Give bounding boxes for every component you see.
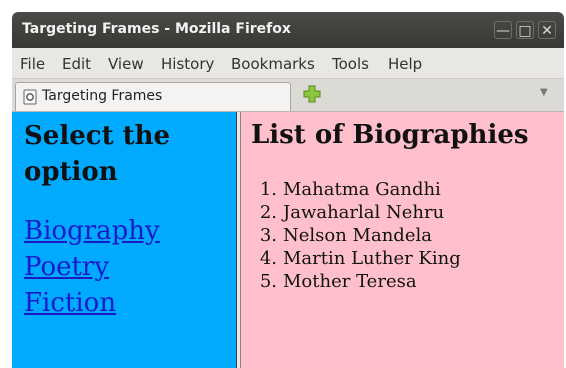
list-item-text: Mother Teresa [283, 271, 417, 292]
menu-view[interactable]: View [108, 55, 144, 73]
left-heading-line2: option [24, 157, 118, 187]
list-item-text: Nelson Mandela [283, 225, 432, 246]
list-item-text: Mahatma Gandhi [283, 179, 441, 200]
close-button[interactable]: ✕ [538, 21, 556, 39]
page-icon [23, 89, 37, 105]
biography-link[interactable]: Biography [24, 216, 160, 246]
right-frame-heading: List of Biographies [251, 120, 529, 150]
list-item-text: Jawaharlal Nehru [283, 202, 445, 223]
menu-edit[interactable]: Edit [62, 55, 91, 73]
maximize-button[interactable]: □ [516, 21, 534, 39]
menu-bookmarks[interactable]: Bookmarks [231, 55, 315, 73]
browser-window: Targeting Frames - Mozilla Firefox — □ ✕… [12, 12, 564, 368]
list-all-tabs-icon[interactable]: ▼ [540, 87, 548, 98]
tab-label: Targeting Frames [42, 88, 163, 104]
minimize-button[interactable]: — [494, 21, 512, 39]
fiction-link[interactable]: Fiction [24, 288, 116, 318]
left-heading-line1: Select the [24, 121, 171, 151]
minimize-icon: — [496, 23, 510, 39]
menu-tools[interactable]: Tools [332, 55, 369, 73]
list-item: 4. Martin Luther King [259, 248, 461, 269]
poetry-link[interactable]: Poetry [24, 252, 109, 282]
close-icon: ✕ [541, 23, 553, 39]
maximize-icon: □ [518, 23, 532, 39]
title-bar[interactable]: Targeting Frames - Mozilla Firefox — □ ✕ [12, 12, 564, 48]
list-item: 2. Jawaharlal Nehru [259, 202, 445, 223]
tab-bar: Targeting Frames ▼ [12, 79, 564, 112]
menu-bar: File Edit View History Bookmarks Tools H… [12, 48, 564, 79]
window-title: Targeting Frames - Mozilla Firefox [22, 21, 291, 37]
list-item: 3. Nelson Mandela [259, 225, 432, 246]
tab-targeting-frames[interactable]: Targeting Frames [15, 82, 291, 111]
right-frame: List of Biographies 1. Mahatma Gandhi 2. J… [241, 112, 564, 368]
menu-history[interactable]: History [161, 55, 214, 73]
menu-help[interactable]: Help [388, 55, 422, 73]
new-tab-plus-icon[interactable] [302, 84, 322, 104]
list-item: 5. Mother Teresa [259, 271, 417, 292]
menu-file[interactable]: File [20, 55, 45, 73]
left-frame: Select the option Biography Poetry Ficti… [12, 112, 237, 368]
list-item-text: Martin Luther King [283, 248, 461, 269]
biography-list: 1. Mahatma Gandhi 2. Jawaharlal Nehru 3. Ne… [249, 178, 461, 293]
left-frame-heading: Select the option [24, 118, 229, 190]
list-item: 1. Mahatma Gandhi [259, 179, 441, 200]
